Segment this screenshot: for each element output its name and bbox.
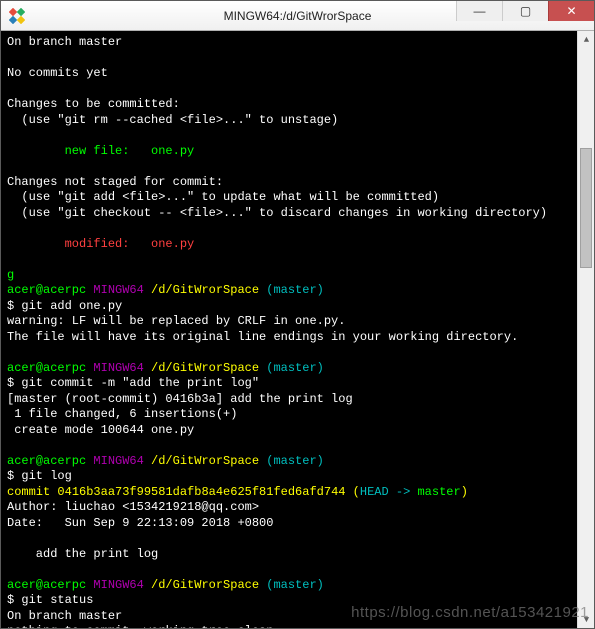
status-line: Changes not staged for commit: [7, 175, 223, 189]
maximize-button[interactable]: ▢ [502, 1, 548, 21]
hint-line: (use "git checkout -- <file>..." to disc… [7, 206, 547, 220]
prompt-sys: MINGW64 [86, 578, 144, 592]
scrollbar[interactable]: ▲ ▼ [577, 31, 594, 628]
command: $ git add one.py [7, 299, 122, 313]
minimize-button[interactable]: — [456, 1, 502, 21]
prompt-branch: (master) [259, 361, 324, 375]
prompt-user: acer@acerpc [7, 578, 86, 592]
commit-hash: 0416b3aa73f99581dafb8a4e625f81fed6afd744 [57, 485, 345, 499]
scroll-track[interactable] [578, 48, 594, 611]
prompt-user: acer@acerpc [7, 283, 86, 297]
prompt-user: acer@acerpc [7, 361, 86, 375]
output-line: nothing to commit, working tree clean [7, 624, 273, 628]
command: $ git commit -m "add the print log" [7, 376, 259, 390]
date-line: Date: Sun Sep 9 22:13:09 2018 +0800 [7, 516, 273, 530]
terminal-window: MINGW64:/d/GitWrorSpace — ▢ ✕ On branch … [0, 0, 595, 629]
commit-message: add the print log [7, 547, 158, 561]
titlebar[interactable]: MINGW64:/d/GitWrorSpace — ▢ ✕ [1, 1, 594, 31]
status-line: On branch master [7, 35, 122, 49]
author-line: Author: liuchao <1534219218@qq.com> [7, 500, 259, 514]
stray-char: g [7, 268, 14, 282]
warning-line: The file will have its original line end… [7, 330, 518, 344]
prompt-sys: MINGW64 [86, 454, 144, 468]
command: $ git log [7, 469, 72, 483]
scroll-up-icon[interactable]: ▲ [578, 31, 594, 48]
hint-line: (use "git add <file>..." to update what … [7, 190, 439, 204]
prompt-branch: (master) [259, 454, 324, 468]
branch-name: master [417, 485, 460, 499]
terminal-output[interactable]: On branch master No commits yet Changes … [1, 31, 577, 628]
output-line: [master (root-commit) 0416b3a] add the p… [7, 392, 353, 406]
scroll-thumb[interactable] [580, 148, 592, 268]
head-label: HEAD -> [360, 485, 418, 499]
hint-line: (use "git rm --cached <file>..." to unst… [7, 113, 338, 127]
modified-file: modified: one.py [7, 237, 194, 251]
command: $ git status [7, 593, 93, 607]
app-icon [9, 8, 25, 24]
prompt-sys: MINGW64 [86, 361, 144, 375]
status-line: Changes to be committed: [7, 97, 180, 111]
prompt-path: /d/GitWrorSpace [144, 283, 259, 297]
prompt-branch: (master) [259, 578, 324, 592]
prompt-user: acer@acerpc [7, 454, 86, 468]
prompt-path: /d/GitWrorSpace [144, 578, 259, 592]
terminal-body: On branch master No commits yet Changes … [1, 31, 594, 628]
output-line: 1 file changed, 6 insertions(+) [7, 407, 237, 421]
prompt-sys: MINGW64 [86, 283, 144, 297]
warning-line: warning: LF will be replaced by CRLF in … [7, 314, 345, 328]
prompt-path: /d/GitWrorSpace [144, 361, 259, 375]
paren: ) [461, 485, 468, 499]
commit-prefix: commit [7, 485, 57, 499]
close-button[interactable]: ✕ [548, 1, 594, 21]
output-line: create mode 100644 one.py [7, 423, 194, 437]
output-line: On branch master [7, 609, 122, 623]
paren: ( [345, 485, 359, 499]
window-controls: — ▢ ✕ [456, 1, 594, 30]
prompt-path: /d/GitWrorSpace [144, 454, 259, 468]
status-line: No commits yet [7, 66, 108, 80]
staged-file: new file: one.py [7, 144, 194, 158]
prompt-branch: (master) [259, 283, 324, 297]
scroll-down-icon[interactable]: ▼ [578, 611, 594, 628]
